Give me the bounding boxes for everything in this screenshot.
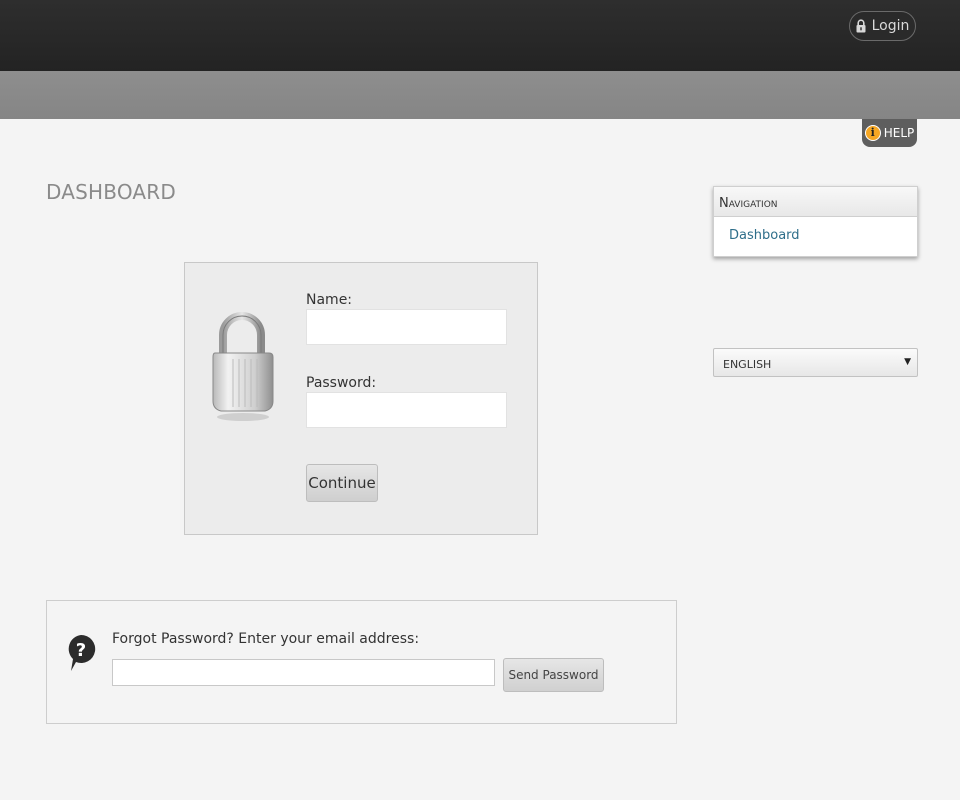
lock-icon [856, 19, 866, 33]
nav-item-dashboard[interactable]: Dashboard [714, 217, 917, 243]
question-bubble-icon: ? [65, 633, 97, 677]
dropdown-arrow-icon: ▼ [904, 357, 911, 367]
email-input[interactable] [112, 659, 495, 686]
forgot-password-panel: ? Forgot Password? Enter your email addr… [46, 600, 677, 724]
svg-text:?: ? [76, 640, 86, 661]
sub-bar [0, 71, 960, 119]
name-input[interactable] [306, 309, 507, 345]
language-select[interactable]: ENGLISH ▼ [713, 348, 918, 377]
navigation-title: Navigation [714, 187, 917, 217]
login-panel: Name: Password: Continue [184, 262, 538, 535]
send-password-button[interactable]: Send Password [503, 658, 604, 692]
help-button[interactable]: i HELP [862, 119, 917, 147]
password-input[interactable] [306, 392, 507, 428]
help-label: HELP [883, 126, 915, 140]
login-label: Login [871, 18, 910, 34]
top-bar: Login [0, 0, 960, 71]
language-value: ENGLISH [723, 358, 772, 371]
password-label: Password: [306, 375, 377, 391]
name-label: Name: [306, 292, 353, 308]
continue-button[interactable]: Continue [306, 464, 378, 502]
padlock-icon [209, 309, 275, 435]
login-button[interactable]: Login [849, 11, 916, 41]
page-title: DASHBOARD [46, 180, 177, 204]
navigation-panel: Navigation Dashboard [713, 186, 918, 257]
info-icon: i [864, 125, 881, 141]
forgot-password-label: Forgot Password? Enter your email addres… [112, 631, 420, 647]
